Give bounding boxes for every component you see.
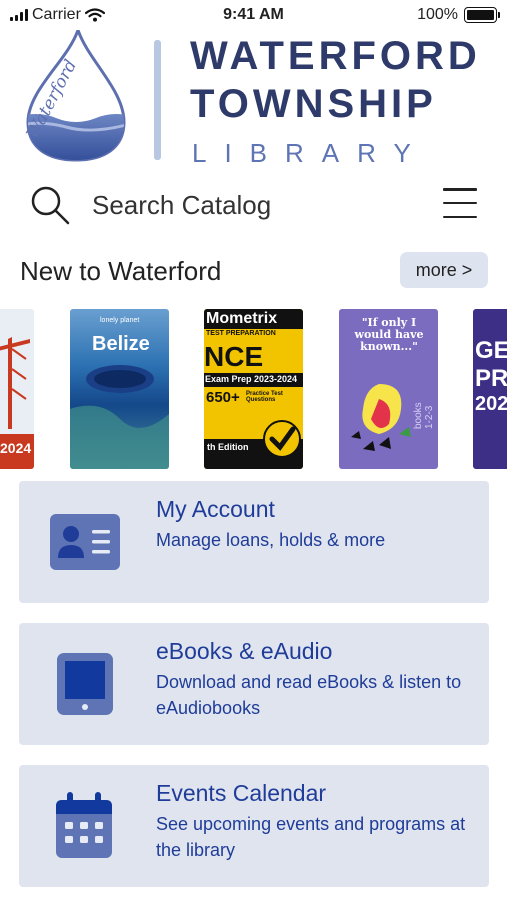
- logo-divider: [154, 40, 161, 160]
- book-cover-text: th Edition: [207, 442, 249, 452]
- book-cover[interactable]: lonely planet Belize: [70, 309, 169, 469]
- book-cover-text: TEST PREPARATION: [206, 330, 276, 337]
- status-right: 100%: [417, 6, 500, 24]
- book-cover-text: books 1-2-3: [413, 402, 435, 429]
- book-cover-text: Belize: [92, 333, 150, 355]
- book-cover-text: 2024: [0, 440, 32, 456]
- search-row[interactable]: Search Catalog: [0, 178, 507, 234]
- book-carousel[interactable]: 2024 lonely planet Belize Mometrix TEST …: [0, 309, 507, 469]
- water-drop-logo-icon: Waterford: [23, 30, 126, 162]
- tablet-icon: [57, 653, 113, 715]
- book-cover-text: NCE: [204, 341, 264, 372]
- book-cover[interactable]: Mometrix TEST PREPARATION NCE Exam Prep …: [204, 309, 303, 469]
- section-title: New to Waterford: [20, 256, 222, 286]
- book-cover-text: GED: [475, 337, 507, 364]
- battery-label: 100%: [417, 6, 458, 23]
- library-logo[interactable]: Waterford WATERFORD TOWNSHIP LIBRARY: [0, 30, 507, 170]
- card-description: See upcoming events and programs at the …: [156, 814, 466, 860]
- calendar-icon: [56, 792, 112, 858]
- my-account-card[interactable]: My Account Manage loans, holds & more: [19, 481, 489, 603]
- book-cover[interactable]: GED PRE 202: [473, 309, 507, 469]
- ebooks-eaudio-card[interactable]: eBooks & eAudio Download and read eBooks…: [19, 623, 489, 745]
- card-description: Manage loans, holds & more: [156, 530, 386, 550]
- book-cover[interactable]: 2024: [0, 309, 34, 469]
- id-card-icon: [50, 514, 120, 570]
- hamburger-menu-icon[interactable]: [443, 188, 477, 218]
- book-cover-text: Practice Test Questions: [246, 391, 283, 403]
- logo-title-line2: TOWNSHIP: [190, 82, 437, 126]
- card-title: eBooks & eAudio: [156, 638, 333, 664]
- book-cover-text: PRE: [475, 365, 507, 392]
- checkmark-icon: [263, 420, 301, 458]
- book-cover-text: 202: [475, 393, 507, 415]
- book-cover-text: Exam Prep 2023-2024: [205, 374, 298, 384]
- events-calendar-card[interactable]: Events Calendar See upcoming events and …: [19, 765, 489, 887]
- card-description: Download and read eBooks & listen to eAu…: [156, 672, 462, 718]
- search-catalog-label[interactable]: Search Catalog: [92, 190, 271, 221]
- book-cover-text: Mometrix: [206, 310, 278, 327]
- card-title: Events Calendar: [156, 780, 327, 806]
- more-button[interactable]: more >: [400, 252, 488, 288]
- card-title: My Account: [156, 496, 275, 522]
- book-cover-text: "If only I would have known...": [354, 316, 424, 353]
- logo-title-line1: WATERFORD: [190, 34, 481, 78]
- new-section-header: New to Waterford more >: [0, 252, 507, 292]
- battery-icon: [464, 7, 500, 23]
- status-bar: Carrier 9:41 AM 100%: [0, 0, 507, 30]
- search-icon[interactable]: [29, 184, 73, 228]
- logo-title-line3: LIBRARY: [192, 138, 429, 168]
- book-cover[interactable]: "If only I would have known..." books 1-…: [339, 309, 438, 469]
- book-cover-text: 650+: [206, 389, 240, 406]
- book-publisher-text: lonely planet: [100, 317, 140, 324]
